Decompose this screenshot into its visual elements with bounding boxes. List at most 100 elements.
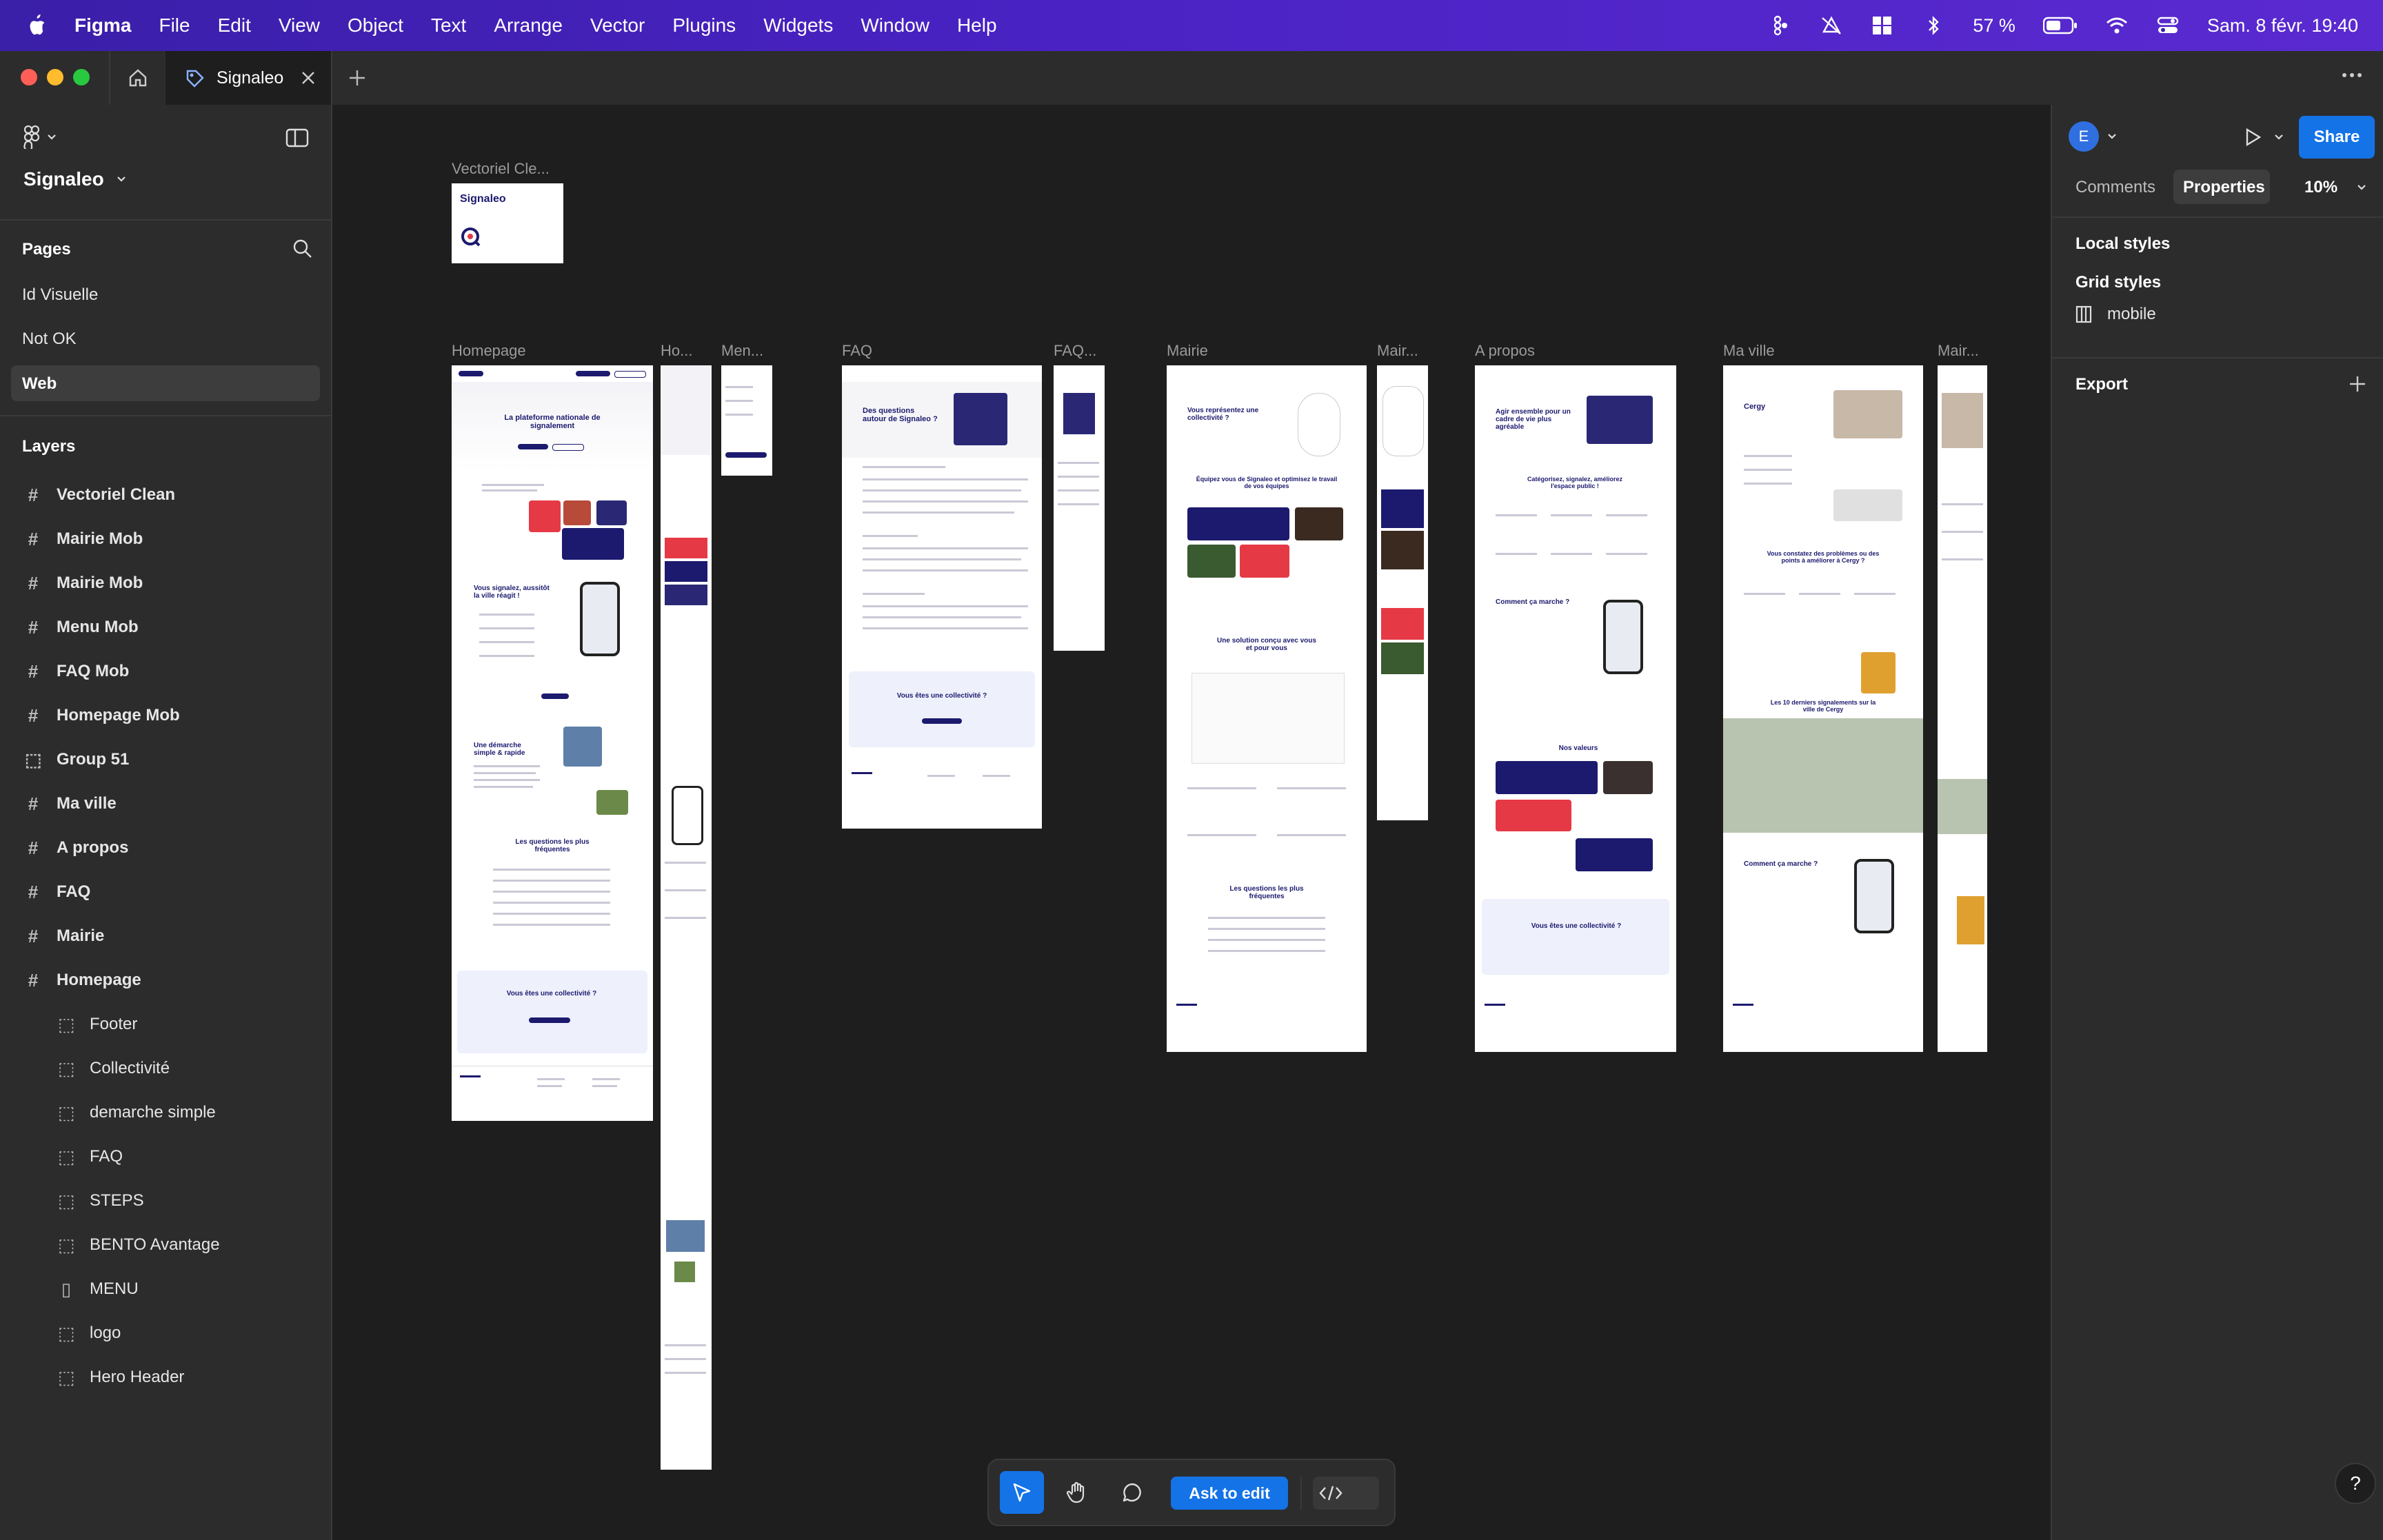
frame-faq-mob[interactable] (1054, 365, 1105, 651)
add-export-icon[interactable] (2349, 375, 2366, 393)
menu-edit[interactable]: Edit (218, 14, 251, 37)
layer-child-item[interactable]: ⬚ Collectivité (0, 1046, 389, 1091)
frame-label-maville[interactable]: Ma ville (1723, 342, 1775, 360)
chevron-down-icon (117, 176, 125, 182)
layer-child-item[interactable]: ⬚ BENTO Avantage (0, 1223, 389, 1267)
layer-item[interactable]: # FAQ (0, 870, 356, 914)
ask-to-edit-button[interactable]: Ask to edit (1171, 1477, 1288, 1510)
layer-item[interactable]: # FAQ Mob (0, 649, 356, 693)
dev-mode-button[interactable] (1313, 1477, 1379, 1510)
frame-homepage-mob[interactable] (661, 365, 712, 1470)
frame-faq[interactable]: Des questions autour de Signaleo ? Vous … (842, 365, 1042, 829)
home-button[interactable] (109, 51, 167, 105)
frame-apropos[interactable]: Agir ensemble pour un cadre de vie plus … (1475, 365, 1676, 1052)
layer-child-item[interactable]: ⬚ Hero Header (0, 1355, 389, 1399)
figma-status-icon[interactable] (1769, 15, 1792, 36)
frame-vectoriel-clean[interactable]: Signaleo (452, 183, 563, 263)
frame-mairie-mob-2[interactable] (1938, 365, 1987, 1052)
toggle-sidebar-icon[interactable] (285, 128, 309, 148)
menu-app-figma[interactable]: Figma (74, 14, 131, 37)
layer-item[interactable]: # Homepage Mob (0, 693, 356, 738)
grid-style-item[interactable]: mobile (2075, 305, 2156, 324)
layer-item[interactable]: # Ma ville (0, 782, 356, 826)
layer-child-item[interactable]: ⬚ demarche simple (0, 1091, 389, 1135)
file-name-button[interactable]: Signaleo (23, 168, 126, 190)
frame-label-apropos[interactable]: A propos (1475, 342, 1535, 360)
menu-help[interactable]: Help (957, 14, 997, 37)
chevron-down-icon[interactable] (2274, 134, 2284, 141)
main-menu-button[interactable] (23, 125, 57, 149)
more-options-button[interactable] (2340, 63, 2364, 93)
layer-child-item[interactable]: ⬚ FAQ (0, 1135, 389, 1179)
move-tool-button[interactable] (1000, 1471, 1044, 1514)
tab-properties[interactable]: Properties (2173, 170, 2270, 204)
menu-plugins[interactable]: Plugins (672, 14, 736, 37)
control-center-icon[interactable] (2156, 15, 2180, 36)
layer-label: BENTO Avantage (90, 1235, 220, 1254)
share-button[interactable]: Share (2299, 116, 2375, 159)
frame-label-mairie-mob-2[interactable]: Mair... (1938, 342, 1979, 360)
layer-child-item[interactable]: ▯ MENU (0, 1267, 389, 1311)
layers-section: Layers # Vectoriel Clean # Mairie Mob # Mairi… (0, 416, 331, 1540)
frame-mairie[interactable]: Vous représentez une collectivité ? Équi… (1167, 365, 1367, 1052)
hand-tool-button[interactable] (1055, 1471, 1099, 1514)
zoom-window-button[interactable] (73, 69, 90, 85)
frame-label-mairie-mob[interactable]: Mair... (1377, 342, 1418, 360)
layer-item[interactable]: # Menu Mob (0, 605, 356, 649)
close-tab-icon[interactable] (301, 70, 316, 85)
canvas[interactable]: Vectoriel Cle... Signaleo Homepage La pl… (332, 105, 2051, 1540)
layer-item[interactable]: # Mairie Mob (0, 517, 356, 561)
frame-homepage[interactable]: La plateforme nationale de signalement V… (452, 365, 653, 1121)
menu-object[interactable]: Object (348, 14, 403, 37)
battery-icon[interactable] (2042, 17, 2078, 34)
focus-mode-icon[interactable] (1820, 15, 1843, 36)
comment-tool-button[interactable] (1110, 1471, 1154, 1514)
page-item-not-ok[interactable]: Not OK (22, 330, 77, 349)
minimize-window-button[interactable] (47, 69, 63, 85)
windows-grid-icon[interactable] (1871, 15, 1894, 36)
frame-label-homepage-mob[interactable]: Ho... (661, 342, 692, 360)
layer-child-item[interactable]: ⬚ logo (0, 1311, 389, 1355)
layer-child-item[interactable]: ⬚ Footer (0, 1002, 389, 1046)
menu-arrange[interactable]: Arrange (494, 14, 563, 37)
zoom-menu[interactable]: 10% (2304, 178, 2366, 197)
close-window-button[interactable] (21, 69, 37, 85)
layer-child-item[interactable]: ⬚ STEPS (0, 1179, 389, 1223)
menu-view[interactable]: View (279, 14, 320, 37)
frame-mairie-mob[interactable] (1377, 365, 1428, 820)
new-tab-button[interactable] (348, 66, 366, 93)
layer-item[interactable]: # Vectoriel Clean (0, 473, 356, 517)
frame-maville[interactable]: Cergy Vous constatez des problèmes ou de… (1723, 365, 1923, 1052)
help-button[interactable]: ? (2335, 1463, 2376, 1504)
frame-menu-mob[interactable] (721, 365, 772, 476)
menu-vector[interactable]: Vector (590, 14, 645, 37)
bluetooth-icon[interactable] (1922, 15, 1945, 36)
footer (452, 1066, 653, 1121)
wifi-icon[interactable] (2105, 15, 2129, 36)
menu-file[interactable]: File (159, 14, 190, 37)
avatar-menu[interactable]: E (2069, 121, 2117, 152)
apple-icon[interactable] (26, 14, 47, 37)
layer-item[interactable]: # A propos (0, 826, 356, 870)
tab-comments[interactable]: Comments (2075, 178, 2155, 197)
search-icon[interactable] (292, 239, 313, 259)
menu-widgets[interactable]: Widgets (763, 14, 833, 37)
present-play-icon[interactable] (2242, 127, 2263, 148)
frame-label-mairie[interactable]: Mairie (1167, 342, 1208, 360)
layer-item[interactable]: ⬚ Group 51 (0, 738, 356, 782)
frame-label-faq[interactable]: FAQ (842, 342, 872, 360)
file-tab[interactable]: Signaleo (165, 51, 332, 105)
frame-label-vectoriel-clean[interactable]: Vectoriel Cle... (452, 160, 550, 178)
frame-label-homepage[interactable]: Homepage (452, 342, 526, 360)
page-item-web[interactable]: Web (11, 365, 320, 401)
frame-label-menu-mob[interactable]: Men... (721, 342, 763, 360)
frame-label-faq-mob[interactable]: FAQ... (1054, 342, 1096, 360)
layer-item[interactable]: # Mairie Mob (0, 561, 356, 605)
clock[interactable]: Sam. 8 févr. 19:40 (2207, 15, 2358, 37)
layer-item[interactable]: # Mairie (0, 914, 356, 958)
menu-window[interactable]: Window (861, 14, 929, 37)
page-item-id-visuelle[interactable]: Id Visuelle (22, 285, 98, 305)
layer-item[interactable]: # Homepage (0, 958, 356, 1002)
frame-icon: # (28, 573, 39, 594)
menu-text[interactable]: Text (431, 14, 466, 37)
